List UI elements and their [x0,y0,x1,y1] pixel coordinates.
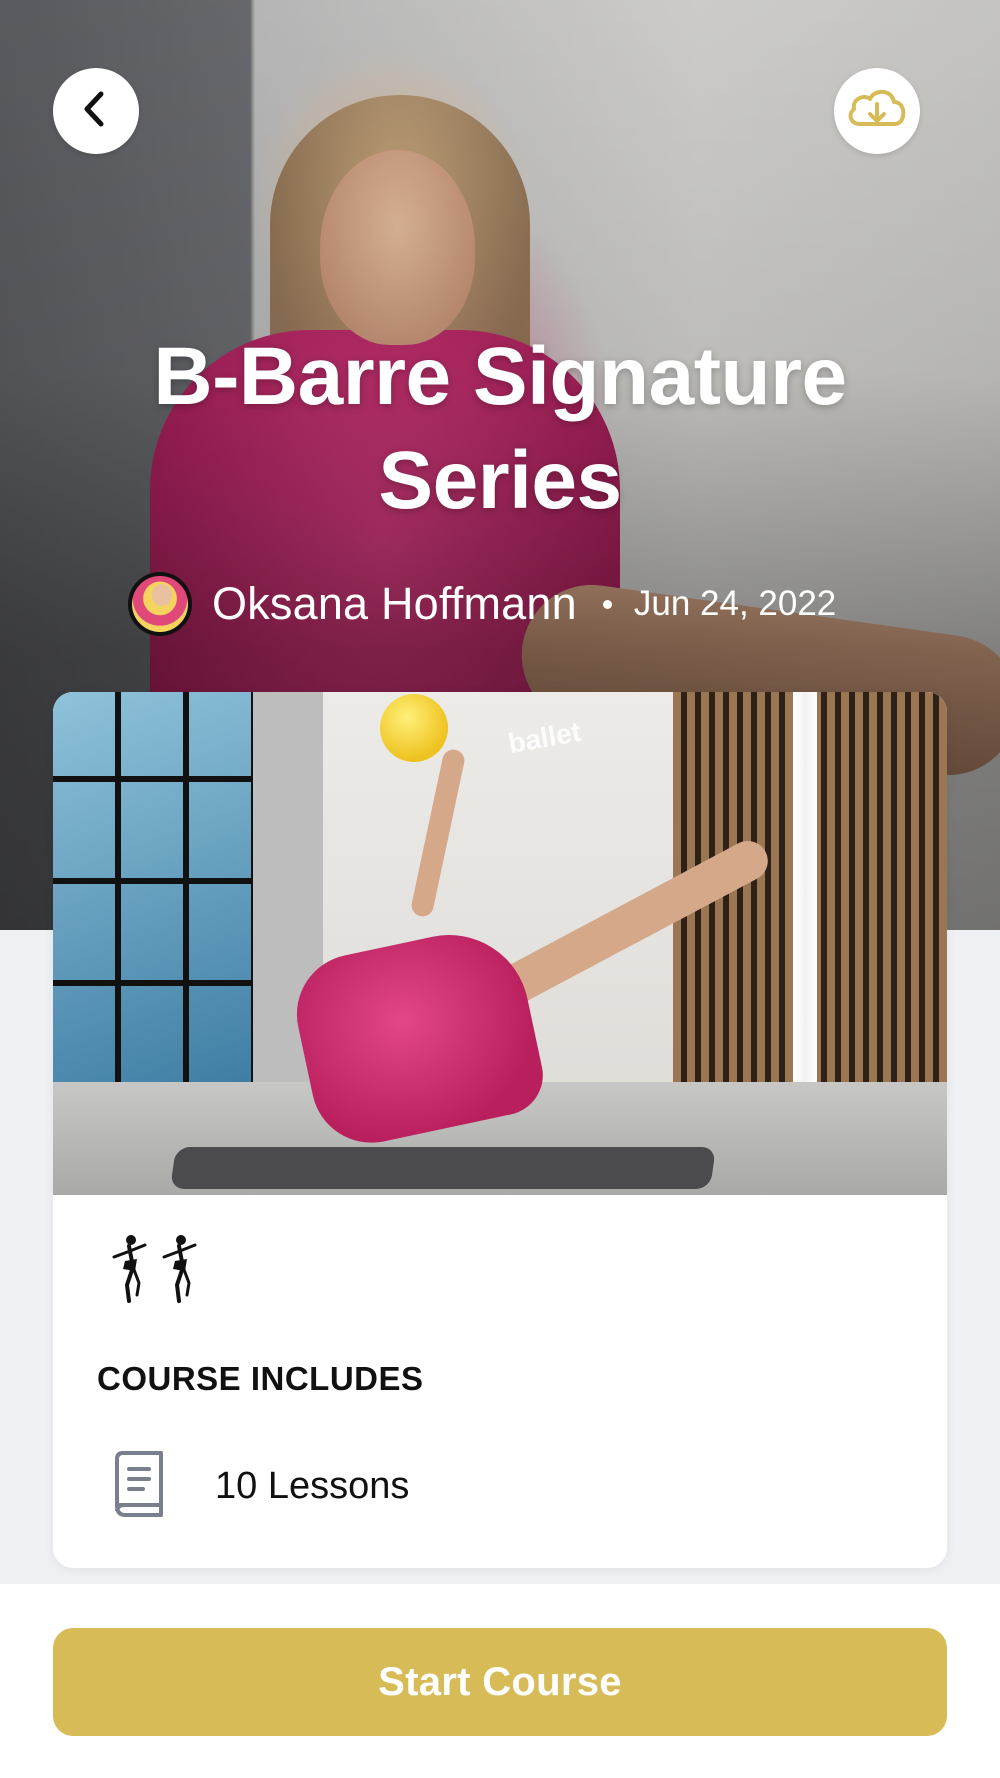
back-button[interactable] [53,68,139,154]
author-name[interactable]: Oksana Hoffmann [212,578,577,630]
lessons-item: 10 Lessons [109,1449,409,1524]
cloud-download-icon [844,84,910,139]
exercise-ball [380,694,448,762]
dancer-icon [159,1233,199,1303]
publish-date: Jun 24, 2022 [633,584,837,623]
studio-window [53,692,253,1082]
dancer-icon [109,1233,149,1303]
book-icon [109,1449,167,1524]
chevron-left-icon [79,89,113,134]
lessons-count: 10 Lessons [215,1465,410,1507]
separator-dot [602,599,612,609]
course-title: B-Barre Signature Series [153,331,847,526]
download-button[interactable] [834,68,920,154]
exercise-mat [170,1147,716,1189]
difficulty-indicator [109,1233,199,1303]
course-includes-heading: COURSE INCLUDES [97,1360,424,1397]
course-preview-image[interactable]: ballet [53,692,947,1195]
start-course-button[interactable]: Start Course [53,1628,947,1736]
course-meta: Oksana Hoffmann Jun 24, 2022 [128,568,836,640]
author-avatar[interactable] [128,572,192,636]
course-card: ballet COURSE INCLUDES 10 Lessons [53,692,947,1568]
